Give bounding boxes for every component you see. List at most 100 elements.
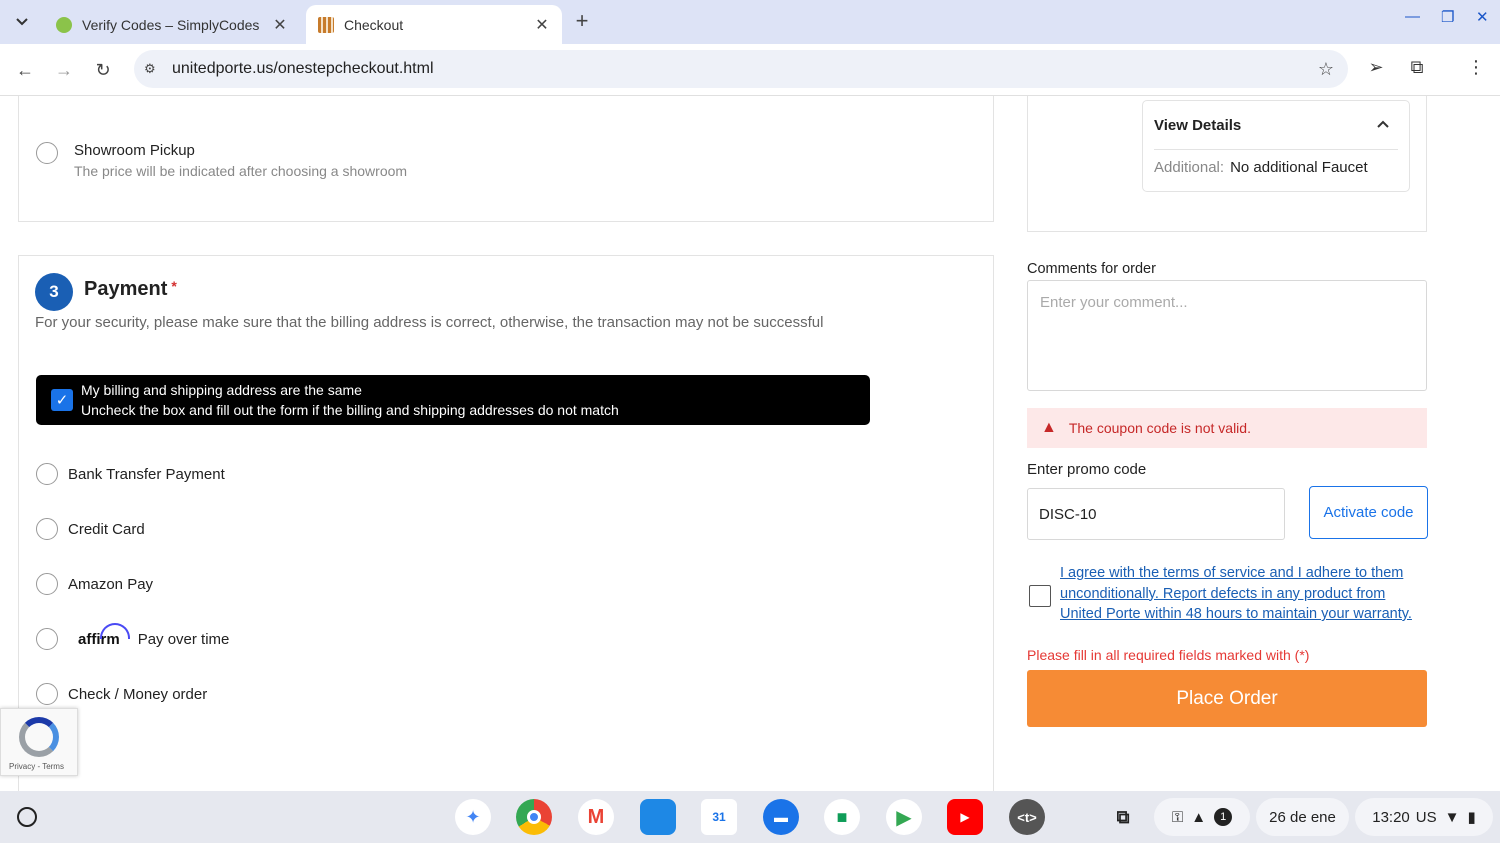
showroom-label: Showroom Pickup (74, 142, 195, 159)
minimize-icon[interactable]: — (1405, 8, 1420, 25)
payment-card (18, 255, 994, 791)
terms-checkbox[interactable] (1029, 585, 1051, 607)
messages-icon[interactable]: ▬ (763, 799, 799, 835)
radio-button[interactable] (36, 142, 58, 164)
required-fields-note: Please fill in all required fields marke… (1027, 647, 1310, 663)
radio-button[interactable] (36, 573, 58, 595)
simplycodes-favicon-icon (56, 16, 72, 33)
payment-option-label: Credit Card (68, 520, 145, 538)
radio-button[interactable] (36, 628, 58, 650)
gemini-icon[interactable]: ✦ (455, 799, 491, 835)
page-content: Showroom Pickup The price will be indica… (0, 96, 1500, 791)
status-tray[interactable]: ⚿ ▲ 1 (1154, 798, 1250, 836)
notification-count: 1 (1214, 808, 1233, 826)
clock-time: 13:20 (1372, 808, 1410, 826)
site-info-icon[interactable]: ⚙ (144, 61, 162, 77)
payment-option-amazon-pay[interactable]: Amazon Pay (36, 573, 153, 595)
menu-kebab-icon[interactable]: ⋮ (1463, 57, 1489, 78)
date-tray[interactable]: 26 de ene (1256, 798, 1349, 836)
shipping-option-showroom[interactable]: Showroom Pickup The price will be indica… (36, 142, 407, 179)
required-star: * (171, 278, 177, 294)
back-icon[interactable]: ← (11, 56, 39, 84)
comments-textarea[interactable]: Enter your comment... (1027, 280, 1427, 391)
additional-line: Additional: No additional Faucet (1154, 159, 1368, 176)
warning-icon: ▲ (1041, 419, 1057, 436)
view-details-panel: View Details Additional: No additional Fa… (1142, 100, 1410, 192)
new-tab-button[interactable]: + (570, 10, 594, 34)
promo-code-label: Enter promo code (1027, 461, 1147, 478)
files-icon[interactable] (640, 799, 676, 835)
reload-icon[interactable]: ↻ (89, 56, 117, 84)
recaptcha-badge[interactable]: Privacy - Terms (0, 708, 78, 776)
battery-icon: ▮ (1467, 809, 1476, 826)
radio-button[interactable] (36, 518, 58, 540)
gmail-icon[interactable]: M (578, 799, 614, 835)
payment-option-label: Amazon Pay (68, 575, 154, 593)
recaptcha-logo-icon (19, 717, 59, 757)
coupon-error-text: The coupon code is not valid. (1068, 420, 1251, 436)
payment-option-label: Check / Money order (68, 685, 208, 703)
place-order-button[interactable]: Place Order (1027, 670, 1427, 727)
payment-title-text: Payment (84, 278, 168, 300)
browser-toolbar: ← → ↻ ⚙ unitedporte.us/onestepcheckout.h… (0, 44, 1500, 96)
close-tab-icon[interactable]: ✕ (534, 15, 550, 35)
forward-icon[interactable]: → (50, 56, 78, 84)
play-store-icon[interactable]: ▶ (886, 799, 922, 835)
payment-option-bank-transfer[interactable]: Bank Transfer Payment (36, 463, 225, 485)
youtube-icon[interactable]: ▶ (947, 799, 983, 835)
store-favicon-icon (318, 16, 334, 33)
holding-space-icon[interactable]: ⧉ (1105, 799, 1141, 835)
chevron-down-icon (16, 18, 28, 26)
terminal-app-icon[interactable]: <t> (1009, 799, 1045, 835)
address-bar[interactable]: ⚙ unitedporte.us/onestepcheckout.html ☆ (134, 50, 1348, 88)
radio-button[interactable] (36, 683, 58, 705)
calendar-icon[interactable]: 31 (701, 799, 737, 835)
view-details-toggle[interactable]: View Details (1154, 117, 1241, 134)
tab-strip: Verify Codes – SimplyCodes ✕ Checkout ✕ … (0, 0, 1500, 44)
wifi-icon: ▼ (1444, 808, 1460, 826)
close-tab-icon[interactable]: ✕ (272, 15, 288, 35)
comments-label: Comments for order (1027, 261, 1156, 277)
payment-option-check-money-order[interactable]: Check / Money order (36, 683, 207, 705)
send-icon[interactable]: ➢ (1363, 57, 1389, 78)
os-shelf: ✦ M 31 ▬ ■ ▶ ▶ <t> ⧉ ⚿ ▲ 1 26 de ene 13:… (0, 791, 1500, 843)
radio-button[interactable] (36, 463, 58, 485)
billing-same-label: My billing and shipping address are the … (81, 382, 362, 398)
additional-key: Additional: (1154, 159, 1225, 176)
tab-simplycodes[interactable]: Verify Codes – SimplyCodes ✕ (44, 5, 300, 44)
affirm-logo: affirm (78, 622, 130, 648)
locale: US (1415, 808, 1437, 826)
key-icon: ⚿ (1171, 808, 1184, 826)
promo-code-input[interactable]: DISC-10 (1027, 488, 1285, 540)
close-window-icon[interactable]: ✕ (1476, 8, 1489, 26)
payment-option-label: Pay over time (137, 630, 230, 648)
divider (1154, 149, 1398, 150)
clock-tray[interactable]: 13:20 US ▼ ▮ (1355, 798, 1493, 836)
bookmark-star-icon[interactable]: ☆ (1318, 59, 1334, 80)
additional-value: No additional Faucet (1230, 159, 1368, 176)
checkbox-checked-icon[interactable]: ✓ (51, 389, 73, 411)
activate-code-button[interactable]: Activate code (1309, 486, 1428, 539)
tab-search-button[interactable] (8, 8, 36, 36)
payment-option-affirm[interactable]: affirm Pay over time (36, 622, 230, 650)
meet-icon[interactable]: ■ (824, 799, 860, 835)
billing-same-hint: Uncheck the box and fill out the form if… (81, 402, 619, 418)
chrome-icon[interactable] (516, 799, 552, 835)
payment-title: Payment * (84, 278, 177, 301)
chevron-up-icon[interactable] (1377, 120, 1389, 128)
payment-option-credit-card[interactable]: Credit Card (36, 518, 145, 540)
showroom-sublabel: The price will be indicated after choosi… (74, 163, 408, 179)
restore-icon[interactable]: ❐ (1441, 8, 1454, 26)
terms-link[interactable]: I agree with the terms of service and I … (1060, 563, 1426, 625)
launcher-icon[interactable] (17, 807, 37, 827)
step-number-badge: 3 (35, 273, 73, 311)
recaptcha-links[interactable]: Privacy - Terms (9, 762, 64, 771)
billing-same-checkbox-row[interactable]: ✓ My billing and shipping address are th… (36, 375, 870, 425)
tab-checkout[interactable]: Checkout ✕ (306, 5, 562, 44)
extensions-icon[interactable]: ⧉ (1404, 57, 1430, 78)
tab-title: Verify Codes – SimplyCodes (82, 16, 260, 33)
url-text[interactable]: unitedporte.us/onestepcheckout.html (172, 60, 1318, 78)
security-note: For your security, please make sure that… (35, 314, 824, 331)
coupon-error-banner: ▲ The coupon code is not valid. (1027, 408, 1427, 448)
payment-option-label: Bank Transfer Payment (68, 465, 225, 483)
